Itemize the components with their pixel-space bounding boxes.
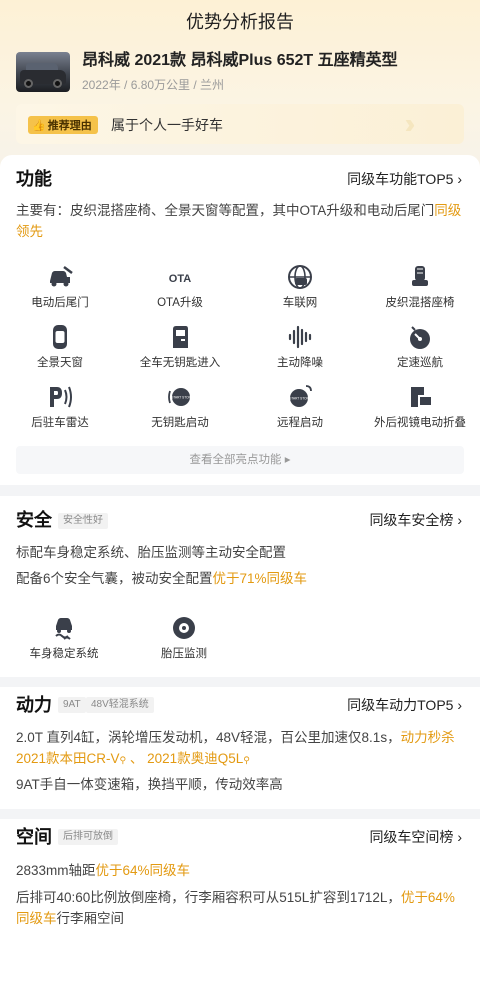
seat-icon [412, 266, 428, 286]
noise-cancel-icon [288, 325, 312, 349]
feature-label: 全景天窗 [37, 357, 83, 369]
car-thumbnail[interactable] [16, 52, 70, 92]
function-card: 功能 同级车功能TOP5 › 主要有：皮织混搭座椅、全景天窗等配置，其中OTA升… [0, 155, 480, 485]
page: 优势分析报告 昂科威 2021款 昂科威Plus 652T 五座精英型 2022… [0, 0, 480, 986]
feature-mirror-fold[interactable]: 外后视镜电动折叠 [360, 383, 480, 431]
safety-line1: 标配车身稳定系统、胎压监测等主动安全配置 [16, 545, 286, 560]
feature-label: 后驻车雷达 [31, 417, 89, 429]
search-icon: ⚲ [243, 755, 250, 765]
compare-crv-label: 2021款本田CR-V [16, 751, 120, 766]
function-description: 主要有：皮织混搭座椅、全景天窗等配置，其中OTA升级和电动后尾门同级领先 [16, 200, 466, 242]
svg-text:START STOP: START STOP [171, 396, 191, 400]
feature-seat[interactable]: 皮织混搭座椅 [360, 263, 480, 311]
connected-car-icon [288, 265, 312, 289]
feature-cruise[interactable]: 定速巡航 [360, 323, 480, 371]
search-icon: ⚲ [119, 755, 127, 765]
safety-title: 安全 [16, 510, 52, 530]
view-all-features-button[interactable]: 查看全部亮点功能 ▸ [16, 446, 464, 474]
safety-line2-highlight: 优于71%同级车 [212, 571, 308, 586]
tailgate-icon [50, 266, 73, 287]
feature-remote-start[interactable]: START STOP 远程启动 [240, 383, 360, 431]
tire-pressure-icon [173, 617, 195, 639]
stability-control-icon [55, 618, 72, 640]
recommend-reason-bar: 👍 推荐理由 属于个人一手好车 ››› [16, 104, 464, 144]
function-desc-text: 主要有：皮织混搭座椅、全景天窗等配置，其中OTA升级和电动后尾门 [16, 203, 435, 218]
safety-line2: 配备6个安全气囊，被动安全配置优于71%同级车 [16, 568, 466, 589]
car-name: 昂科威 2021款 昂科威Plus 652T 五座精英型 [82, 52, 398, 69]
sunroof-icon [53, 325, 67, 349]
feature-label: OTA升级 [157, 297, 203, 309]
feature-keyless-entry[interactable]: 全车无钥匙进入 [120, 323, 240, 371]
feature-label: 主动降噪 [277, 357, 323, 369]
feature-label: 外后视镜电动折叠 [374, 417, 466, 429]
feature-label: 车身稳定系统 [29, 648, 99, 660]
space-chip: 后排可放倒 [58, 829, 118, 845]
keyless-entry-icon [173, 326, 188, 348]
space-line1-text: 2833mm轴距 [16, 863, 96, 878]
svg-text:OTA: OTA [169, 273, 191, 285]
report-header: 优势分析报告 昂科威 2021款 昂科威Plus 652T 五座精英型 2022… [0, 0, 480, 180]
space-card: 空间 后排可放倒 同级车空间榜 › 2833mm轴距优于64%同级车 后排可40… [0, 819, 480, 986]
recommend-reason-tag: 👍 推荐理由 [28, 116, 98, 134]
power-line1-highlight: 动力秒杀 [400, 730, 455, 745]
power-line2: 9AT手自一体变速箱，换挡平顺，传动效率高 [16, 777, 283, 792]
power-chip-hybrid: 48V轻混系统 [86, 697, 154, 713]
keyless-start-icon: START STOP [168, 388, 191, 406]
compare-link-crv[interactable]: 2021款本田CR-V⚲ [16, 751, 126, 766]
safety-card: 安全 安全性好 同级车安全榜 › 标配车身稳定系统、胎压监测等主动安全配置 配备… [0, 496, 480, 677]
compare-q5l-label: 2021款奥迪Q5L [147, 751, 244, 766]
power-line1-text: 2.0T 直列4缸，涡轮增压发动机，48V轻混，百公里加速仅8.1s， [16, 730, 401, 745]
safety-line2-text: 配备6个安全气囊，被动安全配置 [16, 571, 213, 586]
power-line1: 2.0T 直列4缸，涡轮增压发动机，48V轻混，百公里加速仅8.1s，动力秒杀 … [16, 727, 466, 771]
function-title: 功能 [16, 169, 52, 189]
space-title: 空间 [16, 827, 52, 847]
car-meta: 2022年 / 6.80万公里 / 兰州 [82, 78, 225, 92]
power-chip-transmission: 9AT [58, 697, 86, 713]
space-line1-highlight: 优于64%同级车 [95, 863, 191, 878]
feature-label: 远程启动 [277, 417, 323, 429]
safety-chip: 安全性好 [58, 513, 108, 529]
space-line1: 2833mm轴距优于64%同级车 [16, 860, 466, 881]
mirror-fold-icon [411, 387, 431, 407]
compare-link-q5l[interactable]: 2021款奥迪Q5L⚲ [147, 751, 250, 766]
feature-ota[interactable]: OTA OTA升级 [120, 263, 240, 311]
cruise-control-icon [410, 326, 430, 349]
feature-label: 胎压监测 [161, 648, 207, 660]
function-top5-link[interactable]: 同级车功能TOP5 › [347, 169, 462, 189]
feature-label: 无钥匙启动 [151, 417, 209, 429]
page-title: 优势分析报告 [186, 12, 294, 32]
space-rank-link[interactable]: 同级车空间榜 › [369, 827, 462, 847]
feature-label: 车联网 [282, 297, 318, 309]
feature-connected[interactable]: 车联网 [240, 263, 360, 311]
feature-label: 定速巡航 [397, 357, 443, 369]
feature-label: 电动后尾门 [31, 297, 89, 309]
power-top5-link[interactable]: 同级车动力TOP5 › [347, 695, 462, 715]
thumbs-up-icon: 👍 [32, 119, 46, 132]
power-title: 动力 [16, 695, 52, 715]
space-line2-text: 后排可40:60比例放倒座椅，行李厢容积可从515L扩容到1712L， [16, 890, 401, 905]
feature-parking-radar[interactable]: 后驻车雷达 [0, 383, 120, 431]
compare-separator: 、 [129, 751, 144, 766]
feature-tire-pressure[interactable]: 胎压监测 [124, 614, 244, 662]
chevron-decoration-icon: ››› [406, 110, 446, 138]
parking-radar-icon [50, 386, 72, 408]
space-line2: 后排可40:60比例放倒座椅，行李厢容积可从515L扩容到1712L，优于64%… [16, 887, 466, 929]
safety-rank-link[interactable]: 同级车安全榜 › [369, 510, 462, 530]
feature-stability-control[interactable]: 车身稳定系统 [4, 614, 124, 662]
feature-sunroof[interactable]: 全景天窗 [0, 323, 120, 371]
feature-label: 全车无钥匙进入 [139, 357, 221, 369]
power-card: 动力 9AT 48V轻混系统 同级车动力TOP5 › 2.0T 直列4缸，涡轮增… [0, 687, 480, 809]
remote-start-icon: START STOP [289, 385, 312, 407]
recommend-reason-tag-label: 推荐理由 [47, 120, 92, 132]
feature-keyless-start[interactable]: START STOP 无钥匙启动 [120, 383, 240, 431]
ota-icon: OTA [169, 273, 191, 285]
feature-label: 皮织混搭座椅 [385, 297, 455, 309]
svg-text:START STOP: START STOP [289, 397, 309, 401]
recommend-reason-text: 属于个人一手好车 [111, 117, 223, 133]
space-line2-suffix: 行李厢空间 [56, 911, 125, 926]
feature-tailgate[interactable]: 电动后尾门 [0, 263, 120, 311]
feature-noise-cancel[interactable]: 主动降噪 [240, 323, 360, 371]
